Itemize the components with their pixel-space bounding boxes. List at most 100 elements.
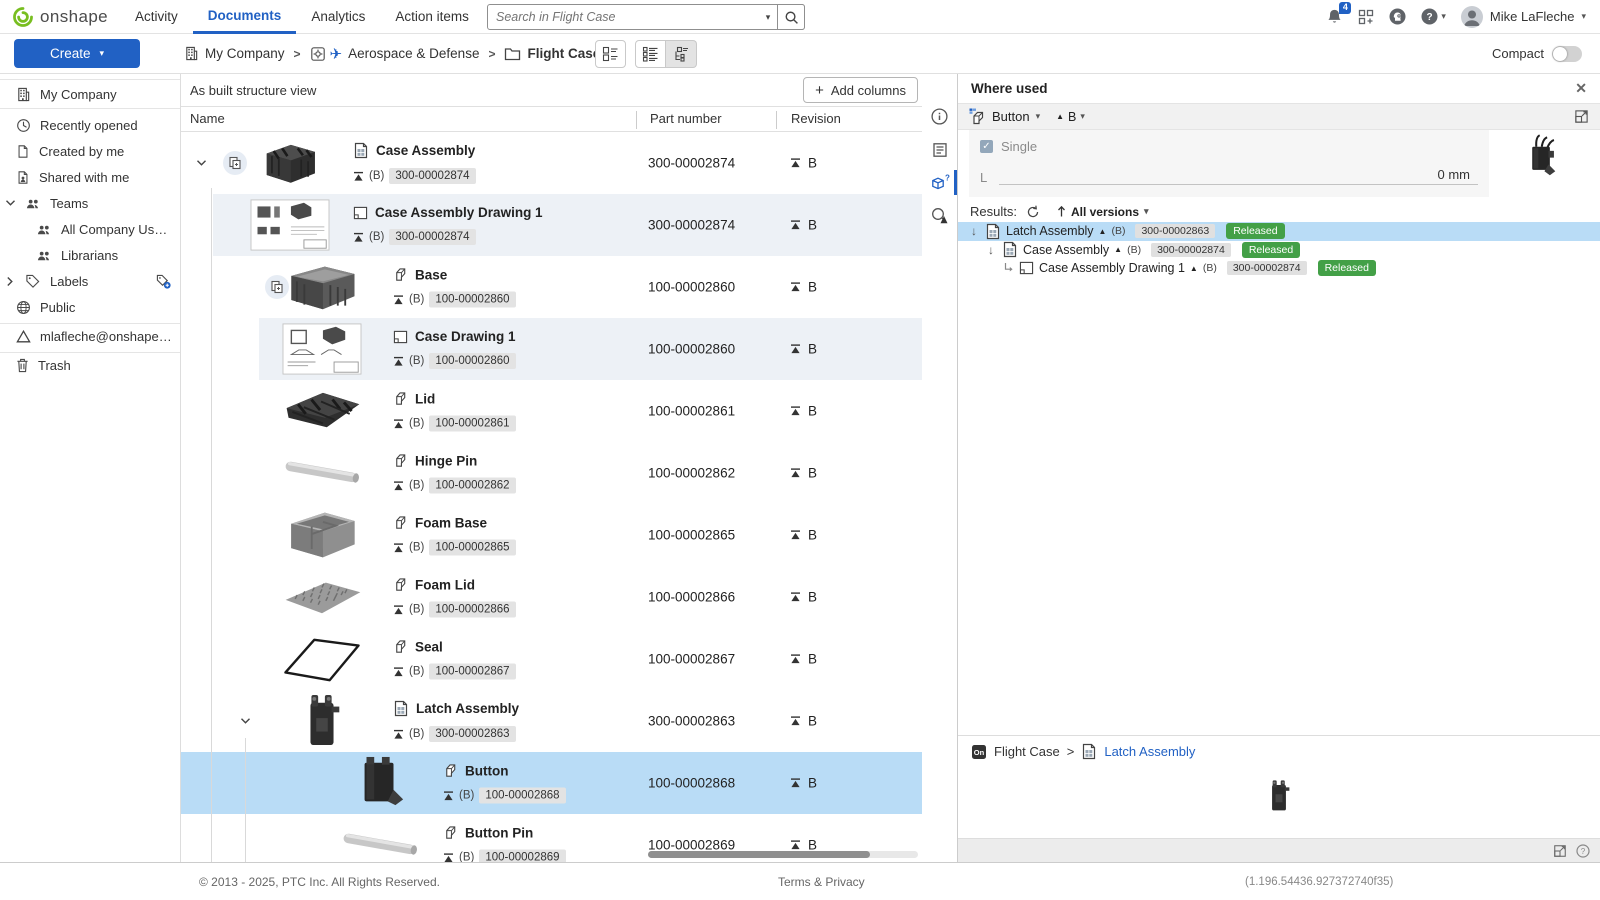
- row-revision-marker: (B): [459, 790, 474, 802]
- row-name: Button Pin: [465, 825, 533, 840]
- notifications-button[interactable]: 4: [1326, 8, 1343, 25]
- all-versions-dropdown[interactable]: All versions ▾: [1057, 205, 1149, 219]
- table-row-case-drawing-1[interactable]: Case Drawing 1(B)100-00002860100-0000286…: [181, 318, 922, 380]
- breadcrumb-my-company[interactable]: My Company: [184, 46, 285, 61]
- tag-add-icon[interactable]: [155, 274, 172, 289]
- length-label: L: [980, 170, 987, 185]
- breadcrumb-flight-case[interactable]: Flight Case: [504, 46, 600, 61]
- row-name-block: Case Assembly(B)300-00002874: [353, 142, 476, 184]
- chevron-down-icon[interactable]: [240, 717, 251, 725]
- sidebar-item-shared-with-me[interactable]: Shared with me: [0, 164, 180, 190]
- search-filter-caret-icon[interactable]: ▾: [759, 12, 777, 23]
- compact-toggle[interactable]: [1552, 46, 1582, 62]
- table-row-case-assembly[interactable]: Case Assembly(B)300-00002874300-00002874…: [181, 132, 922, 194]
- row-name-block: Seal(B)100-00002867: [393, 639, 516, 680]
- create-button[interactable]: Create ▾: [14, 39, 140, 68]
- column-header-part-number[interactable]: Part number: [636, 111, 722, 129]
- column-header-name[interactable]: Name: [190, 111, 225, 126]
- search-input[interactable]: [488, 10, 759, 24]
- nav-item-documents[interactable]: Documents: [193, 0, 297, 34]
- single-checkbox-row[interactable]: ✓ Single: [980, 139, 1478, 154]
- result-part-number-badge: 300-00002874: [1151, 243, 1231, 257]
- sidebar-item-label: mlafleche@onshape.com: [40, 329, 172, 344]
- onshape-logo[interactable]: onshape: [0, 6, 120, 28]
- add-columns-button[interactable]: + Add columns: [803, 77, 918, 103]
- user-menu[interactable]: Mike LaFleche ▾: [1461, 6, 1586, 28]
- rev-icon: [393, 729, 404, 740]
- breadcrumb-aerospace-defense[interactable]: ✈ Aerospace & Defense: [310, 45, 480, 63]
- sidebar-item-label: Created by me: [39, 144, 124, 159]
- sidebar-item-public[interactable]: Public: [0, 294, 180, 320]
- where-used-result-case-assembly-drawing-1[interactable]: Case Assembly Drawing 1▲(B)300-00002874R…: [958, 259, 1600, 278]
- column-header-revision[interactable]: Revision: [776, 111, 841, 129]
- shared-doc-icon: [16, 170, 30, 185]
- row-name-block: Lid(B)100-00002861: [393, 391, 516, 432]
- detail-view-button[interactable]: [635, 40, 666, 68]
- table-header-bar: As built structure view + Add columns: [181, 74, 922, 106]
- context-item-link[interactable]: Latch Assembly: [1104, 744, 1195, 759]
- apps-grid-icon[interactable]: [1358, 9, 1374, 25]
- table-row-seal[interactable]: Seal(B)100-00002867100-00002867B: [181, 628, 922, 690]
- sidebar-item-my-company[interactable]: My Company: [0, 79, 180, 109]
- rev-icon: [353, 232, 364, 243]
- table-row-foam-lid[interactable]: Foam Lid(B)100-00002866100-00002866B: [181, 566, 922, 628]
- revision-selector-dropdown[interactable]: ▲ B ▾: [1056, 110, 1085, 124]
- popout-icon[interactable]: [1574, 109, 1589, 124]
- panel-tab-props[interactable]: [922, 133, 957, 166]
- table-row-hinge-pin[interactable]: Hinge Pin(B)100-00002862100-00002862B: [181, 442, 922, 504]
- chevron-down-icon[interactable]: [4, 199, 16, 207]
- sidebar-item-created-by-me[interactable]: Created by me: [0, 138, 180, 164]
- where-used-result-latch-assembly[interactable]: ↓Latch Assembly▲(B)300-00002863Released: [958, 222, 1600, 241]
- row-revision-marker: (B): [409, 418, 424, 430]
- table-row-base[interactable]: Base(B)100-00002860100-00002860B: [181, 256, 922, 318]
- sidebar-item-all-company-users[interactable]: All Company Users: [0, 216, 180, 242]
- help-menu[interactable]: ? ▾: [1421, 8, 1446, 25]
- panel-tab-release[interactable]: [922, 199, 957, 232]
- learning-center-icon[interactable]: [1389, 8, 1406, 25]
- sidebar-item-labels[interactable]: Labels: [0, 268, 180, 294]
- close-icon[interactable]: ✕: [1575, 80, 1587, 97]
- structure-view-button[interactable]: [666, 40, 697, 68]
- plus-icon: +: [815, 82, 824, 99]
- where-used-result-case-assembly[interactable]: ↓Case Assembly▲(B)300-00002874Released: [958, 241, 1600, 260]
- row-thumbnail: [279, 630, 365, 688]
- row-revision: B: [790, 652, 817, 667]
- nav-item-activity[interactable]: Activity: [120, 0, 193, 34]
- horizontal-scrollbar[interactable]: [648, 851, 870, 858]
- chevron-right-icon[interactable]: [4, 276, 16, 287]
- part-selector-dropdown[interactable]: Button ▾: [969, 108, 1040, 125]
- table-row-foam-base[interactable]: Foam Base(B)100-00002865100-00002865B: [181, 504, 922, 566]
- folder-icon: [504, 47, 521, 61]
- nav-item-action-items[interactable]: Action items: [380, 0, 484, 34]
- sidebar-item-trash[interactable]: Trash: [0, 352, 180, 378]
- sidebar-item-mlafleche-onshape-com[interactable]: mlafleche@onshape.com: [0, 323, 180, 349]
- sidebar-item-librarians[interactable]: Librarians: [0, 242, 180, 268]
- row-revision: B: [790, 156, 817, 171]
- single-checkbox[interactable]: ✓: [980, 140, 993, 153]
- terms-privacy-link[interactable]: Terms & Privacy: [778, 875, 865, 889]
- table-row-lid[interactable]: Lid(B)100-00002861100-00002861B: [181, 380, 922, 442]
- sidebar-item-teams[interactable]: Teams: [0, 190, 180, 216]
- sidebar-item-recently-opened[interactable]: Recently opened: [0, 112, 180, 138]
- panel-tab-whereused[interactable]: ?: [922, 166, 957, 199]
- help-circle-icon[interactable]: ?: [1576, 844, 1590, 858]
- linked-document-icon[interactable]: [223, 151, 247, 175]
- row-thumbnail: [337, 754, 423, 812]
- selected-revision: B: [1068, 110, 1076, 124]
- table-row-latch-assembly[interactable]: Latch Assembly(B)300-00002863300-0000286…: [181, 690, 922, 752]
- table-row-button[interactable]: Button(B)100-00002868100-00002868B: [181, 752, 922, 814]
- project-icon: [310, 46, 326, 62]
- drawing-icon: [1019, 261, 1034, 275]
- single-label: Single: [1001, 139, 1037, 154]
- popout-icon[interactable]: [1553, 844, 1567, 858]
- refresh-icon[interactable]: [1026, 205, 1040, 219]
- table-row-case-assembly-drawing-1[interactable]: Case Assembly Drawing 1(B)300-0000287430…: [181, 194, 922, 256]
- avatar: [1461, 6, 1483, 28]
- chevron-down-icon[interactable]: [196, 159, 207, 167]
- panel-tab-info[interactable]: [922, 100, 957, 133]
- length-input[interactable]: 0 mm: [999, 167, 1478, 185]
- search-button[interactable]: [777, 4, 805, 30]
- search-icon: [784, 10, 799, 25]
- list-view-button[interactable]: [595, 40, 626, 68]
- nav-item-analytics[interactable]: Analytics: [296, 0, 380, 34]
